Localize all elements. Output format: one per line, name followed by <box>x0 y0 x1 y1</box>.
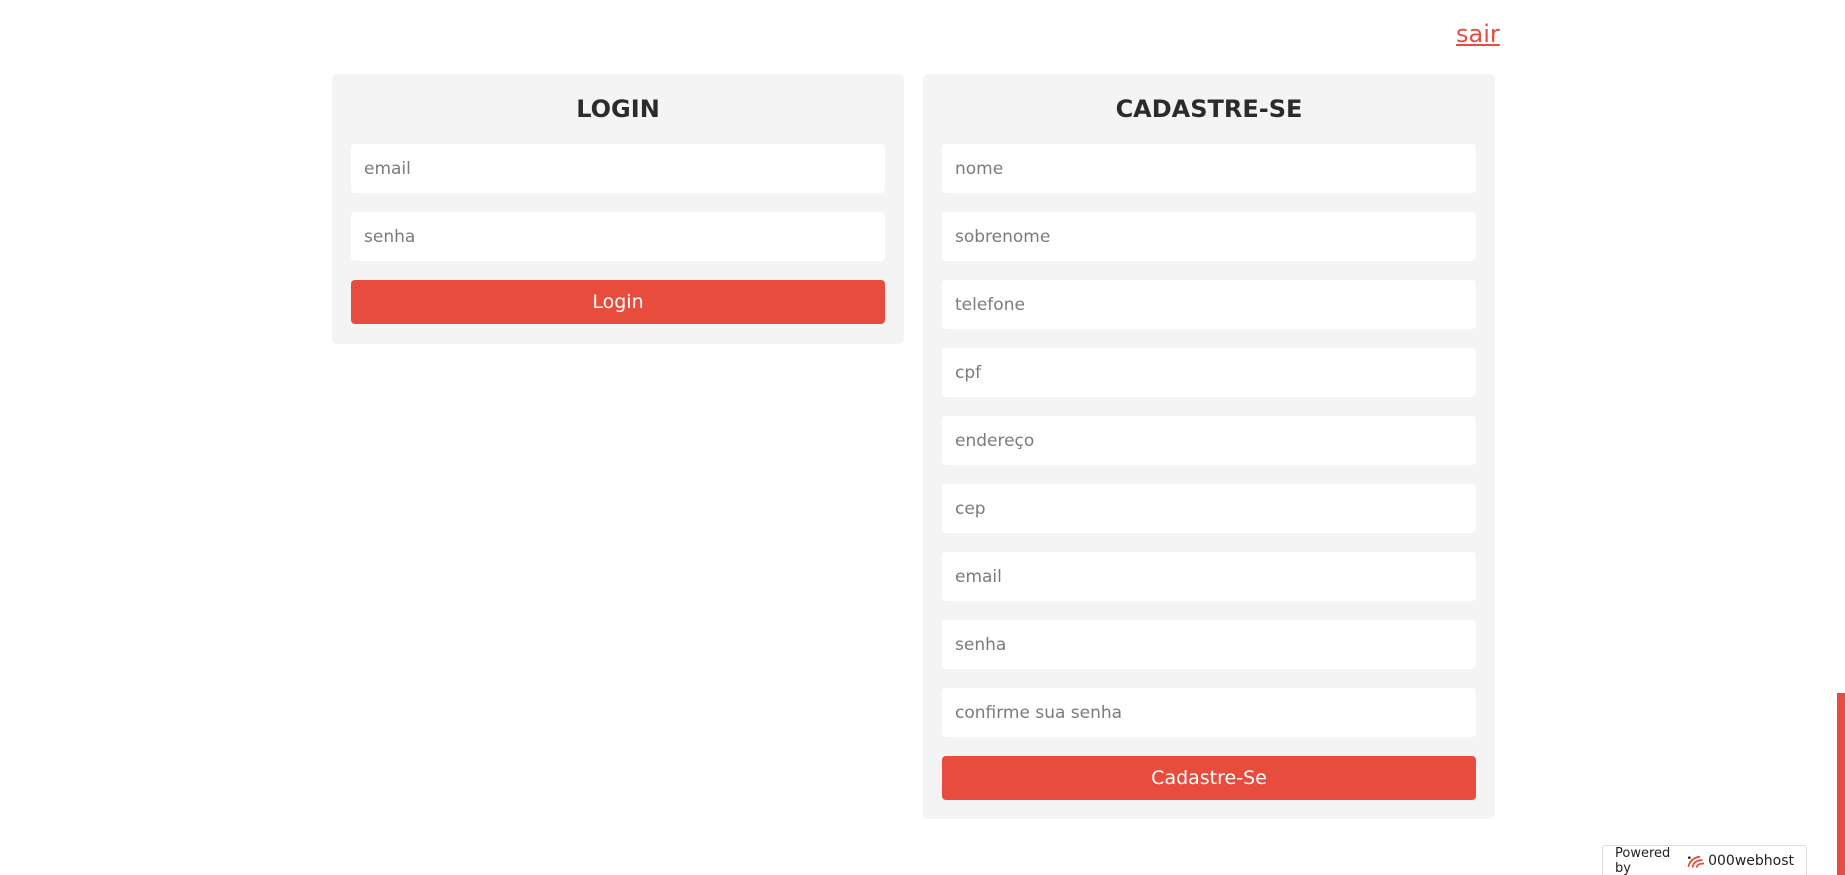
login-email-input[interactable] <box>351 144 885 193</box>
page: sair LOGIN Login CADASTRE-SE Cadastre-Se… <box>0 0 1845 875</box>
signup-panel: CADASTRE-SE Cadastre-Se <box>923 74 1495 819</box>
signup-password-input[interactable] <box>942 620 1476 669</box>
signup-cep-input[interactable] <box>942 484 1476 533</box>
signup-first-name-input[interactable] <box>942 144 1476 193</box>
scrollbar-thumb[interactable] <box>1837 693 1845 875</box>
signup-button[interactable]: Cadastre-Se <box>942 756 1476 800</box>
logout-link[interactable]: sair <box>1456 20 1500 48</box>
login-title: LOGIN <box>576 95 660 123</box>
signup-confirm-password-input[interactable] <box>942 688 1476 737</box>
signup-last-name-input[interactable] <box>942 212 1476 261</box>
000webhost-logo-icon <box>1687 855 1705 868</box>
powered-by-label: Powered by <box>1615 845 1671 875</box>
signup-title: CADASTRE-SE <box>1115 95 1303 123</box>
login-panel: LOGIN Login <box>332 74 904 344</box>
000webhost-brand-name: 000webhost <box>1708 852 1794 869</box>
login-button[interactable]: Login <box>351 280 885 324</box>
signup-phone-input[interactable] <box>942 280 1476 329</box>
signup-cpf-input[interactable] <box>942 348 1476 397</box>
signup-email-input[interactable] <box>942 552 1476 601</box>
signup-address-input[interactable] <box>942 416 1476 465</box>
powered-by-badge[interactable]: Powered by 000webhost <box>1602 845 1807 875</box>
login-password-input[interactable] <box>351 212 885 261</box>
